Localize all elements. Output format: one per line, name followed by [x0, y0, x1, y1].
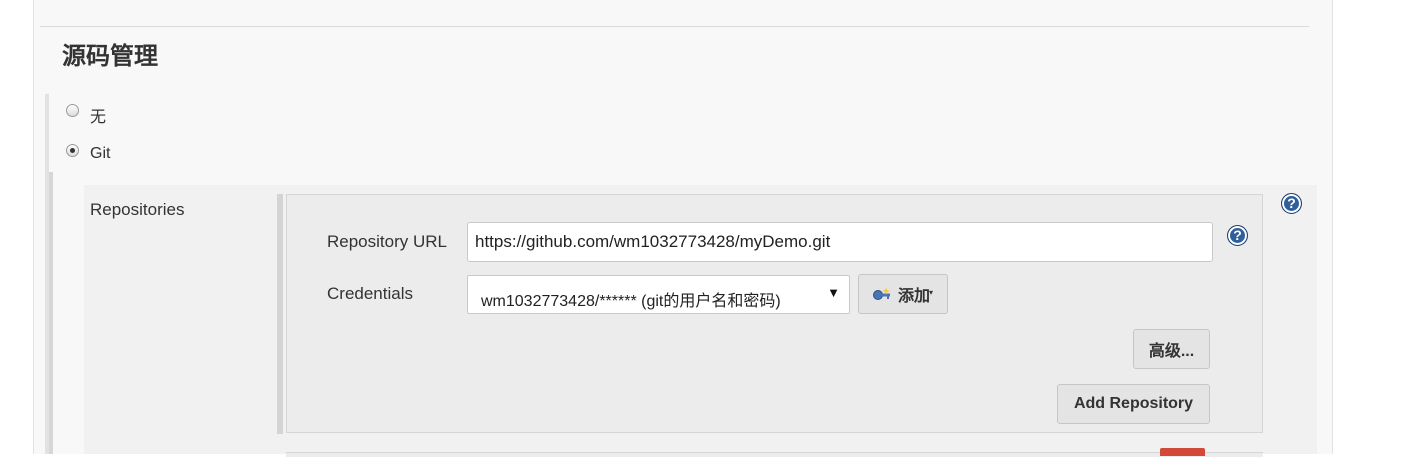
section-title: 源码管理 [62, 42, 158, 70]
credentials-label: Credentials [327, 284, 413, 303]
dropdown-arrow-icon: ▼ [827, 285, 840, 300]
credentials-select[interactable]: wm1032773428/****** (git的用户名和密码) ▼ [467, 275, 850, 314]
key-icon [873, 287, 890, 300]
credentials-selected-value: wm1032773428/****** (git的用户名和密码) [481, 293, 781, 310]
repository-drag-handle[interactable] [277, 194, 283, 434]
help-icon-glyph: ? [1287, 195, 1296, 211]
next-config-section [286, 452, 1263, 457]
delete-button[interactable] [1160, 448, 1205, 456]
radio-git-label[interactable]: Git [90, 145, 110, 163]
radio-none[interactable] [66, 104, 79, 117]
section-divider [40, 26, 1309, 27]
add-credentials-label: 添加 [898, 288, 931, 305]
add-credentials-button[interactable]: 添加 ▾ [858, 274, 948, 314]
radio-git[interactable] [66, 144, 79, 157]
repositories-label: Repositories [90, 200, 185, 219]
add-repository-button[interactable]: Add Repository [1057, 384, 1210, 424]
repository-url-label: Repository URL [327, 232, 447, 251]
radio-selected-dot [70, 148, 75, 153]
help-icon[interactable]: ? [1281, 193, 1302, 214]
radio-none-label[interactable]: 无 [90, 103, 106, 127]
git-indent-bar [49, 172, 53, 454]
add-dropdown-caret-icon: ▾ [929, 287, 934, 297]
repository-url-help-icon[interactable]: ? [1227, 225, 1248, 246]
advanced-button[interactable]: 高级... [1133, 329, 1210, 369]
repository-url-input[interactable] [467, 222, 1213, 262]
help-icon-glyph: ? [1233, 227, 1242, 243]
